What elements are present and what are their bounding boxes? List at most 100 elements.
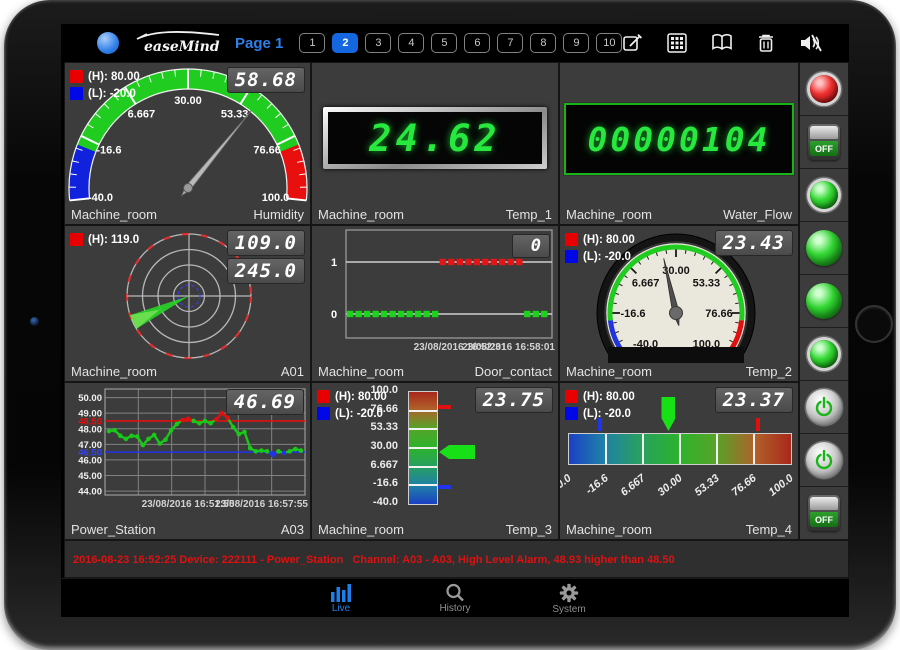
- widget-temp2-gauge[interactable]: (H): 80.00 (L): -20.0 23.43 -40.0-16.66.…: [559, 225, 799, 382]
- limit-legend: (H): 80.00 (L): -20.0: [565, 388, 635, 422]
- page-button-7[interactable]: 7: [497, 33, 523, 53]
- bar-divider: [716, 434, 718, 464]
- connection-status-dot: [97, 32, 119, 54]
- svg-text:0: 0: [331, 309, 337, 321]
- easemind-logo: easeMind: [131, 30, 223, 56]
- mute-icon[interactable]: [799, 33, 823, 53]
- off-switch[interactable]: OFF: [808, 124, 840, 160]
- nav-label: Live: [332, 603, 350, 614]
- widget-temp3-level-bar[interactable]: (H): 80.00 (L): -20.0 23.75 Machine_room…: [311, 382, 559, 540]
- svg-text:44.00: 44.00: [78, 487, 102, 498]
- widget-a03-trend-chart[interactable]: 46.69 50.0049.0048.5048.0047.0046.5046.0…: [64, 382, 311, 540]
- toolbar: easeMind Page 1 123456789 10: [61, 24, 849, 62]
- nav-tab-live[interactable]: Live: [310, 579, 372, 617]
- camera-dot: [30, 317, 39, 326]
- nav-tab-history[interactable]: History: [424, 579, 486, 617]
- green-led-indicator: [810, 181, 838, 209]
- switch-rocker: [810, 497, 838, 510]
- nav-tab-system[interactable]: System: [538, 579, 600, 617]
- limit-legend: (H): 119.0: [70, 231, 139, 248]
- svg-text:1: 1: [331, 257, 337, 269]
- rail-cell: OFF: [800, 116, 848, 169]
- page-button-2[interactable]: 2: [332, 33, 358, 53]
- value-display: 23.43: [715, 230, 793, 256]
- high-limit-tick: [438, 405, 451, 409]
- value-pointer: [661, 397, 675, 431]
- book-icon[interactable]: [711, 33, 733, 53]
- widget-waterflow-counter[interactable]: 00000104 Machine_room Water_Flow: [559, 62, 799, 225]
- device-label: Machine_room: [566, 522, 652, 539]
- svg-text:100.0: 100.0: [262, 192, 290, 204]
- scale-label: 6.667: [336, 459, 398, 471]
- home-button[interactable]: [855, 305, 893, 343]
- page-button-1[interactable]: 1: [299, 33, 325, 53]
- high-limit-swatch: [565, 390, 578, 403]
- low-limit-label: (L): -20.0: [88, 88, 136, 100]
- refresh-icon[interactable]: [847, 33, 849, 53]
- off-switch[interactable]: OFF: [808, 495, 840, 531]
- power-button[interactable]: [806, 442, 842, 478]
- scale-label: 53.33: [336, 421, 398, 433]
- widget-humidity-gauge[interactable]: (H): 80.00 (L): -20.0 58.68 -40.0-16.66.…: [64, 62, 311, 225]
- alarm-message: 2016-08-23 16:52:25 Device: 222111 - Pow…: [73, 554, 675, 566]
- limit-legend: (H): 80.00 (L): -20.0: [70, 68, 140, 102]
- page-button-5[interactable]: 5: [431, 33, 457, 53]
- bar-divider: [409, 484, 437, 486]
- page-title: Page 1: [235, 35, 283, 52]
- value-display: 23.75: [475, 387, 553, 413]
- low-limit-swatch: [565, 407, 578, 420]
- device-label: Power_Station: [71, 522, 156, 539]
- bar-divider: [409, 410, 437, 412]
- channel-label: Temp_1: [506, 207, 552, 224]
- value-display: 23.37: [715, 387, 793, 413]
- high-limit-tick: [756, 418, 760, 431]
- page-button-6[interactable]: 6: [464, 33, 490, 53]
- bar-divider: [409, 466, 437, 468]
- channel-label: A01: [281, 364, 304, 381]
- high-limit-label: (H): 80.00: [583, 391, 635, 403]
- page-button-10[interactable]: 10: [596, 33, 622, 53]
- svg-text:-16.6: -16.6: [620, 308, 645, 320]
- rail-cell: [800, 381, 848, 434]
- page-button-3[interactable]: 3: [365, 33, 391, 53]
- widget-temp4-level-bar[interactable]: (H): 80.00 (L): -20.0 23.37 Machine_room…: [559, 382, 799, 540]
- page-button-9[interactable]: 9: [563, 33, 589, 53]
- indicator-rail: OFF OFF: [799, 62, 849, 540]
- high-limit-swatch: [565, 233, 578, 246]
- high-limit-label: (H): 80.00: [88, 71, 140, 83]
- value-display-1: 109.0: [227, 230, 305, 256]
- value-display: 58.68: [227, 67, 305, 93]
- switch-rocker: [810, 126, 838, 139]
- green-led-indicator: [806, 230, 842, 266]
- red-led-indicator: [810, 75, 838, 103]
- svg-text:6.667: 6.667: [128, 108, 156, 120]
- power-button[interactable]: [806, 389, 842, 425]
- device-label: Machine_room: [318, 207, 404, 224]
- nav-label: History: [439, 603, 470, 614]
- high-limit-label: (H): 119.0: [88, 234, 139, 246]
- page-button-4[interactable]: 4: [398, 33, 424, 53]
- svg-text:-40.0: -40.0: [88, 192, 113, 204]
- page-button-8[interactable]: 8: [530, 33, 556, 53]
- trash-icon[interactable]: [757, 33, 775, 53]
- bar-chart-icon: [330, 584, 352, 602]
- limit-legend: (H): 80.00 (L): -20.0: [565, 231, 635, 265]
- value-display-2: 245.0: [227, 258, 305, 284]
- svg-text:46.00: 46.00: [78, 455, 102, 466]
- low-limit-tick: [438, 485, 451, 489]
- rail-cell: [800, 275, 848, 328]
- switch-state-label: OFF: [810, 141, 838, 156]
- device-label: Machine_room: [71, 207, 157, 224]
- widget-a01-radar[interactable]: (H): 119.0 109.0 245.0 Machine_room A01: [64, 225, 311, 382]
- channel-label: Door_contact: [475, 364, 552, 381]
- svg-text:45.00: 45.00: [78, 471, 102, 482]
- widget-temp1-display[interactable]: 24.62 Machine_room Temp_1: [311, 62, 559, 225]
- edit-icon[interactable]: [622, 33, 643, 54]
- widget-door-contact-chart[interactable]: 0 10 23/08/2016 16:52:31 23/08/2016 16:5…: [311, 225, 559, 382]
- svg-text:76.66: 76.66: [705, 308, 733, 320]
- bar-divider: [679, 434, 681, 464]
- grid-icon[interactable]: [667, 33, 687, 53]
- high-limit-label: (H): 80.00: [583, 234, 635, 246]
- gear-icon: [559, 583, 579, 603]
- nav-label: System: [552, 604, 585, 615]
